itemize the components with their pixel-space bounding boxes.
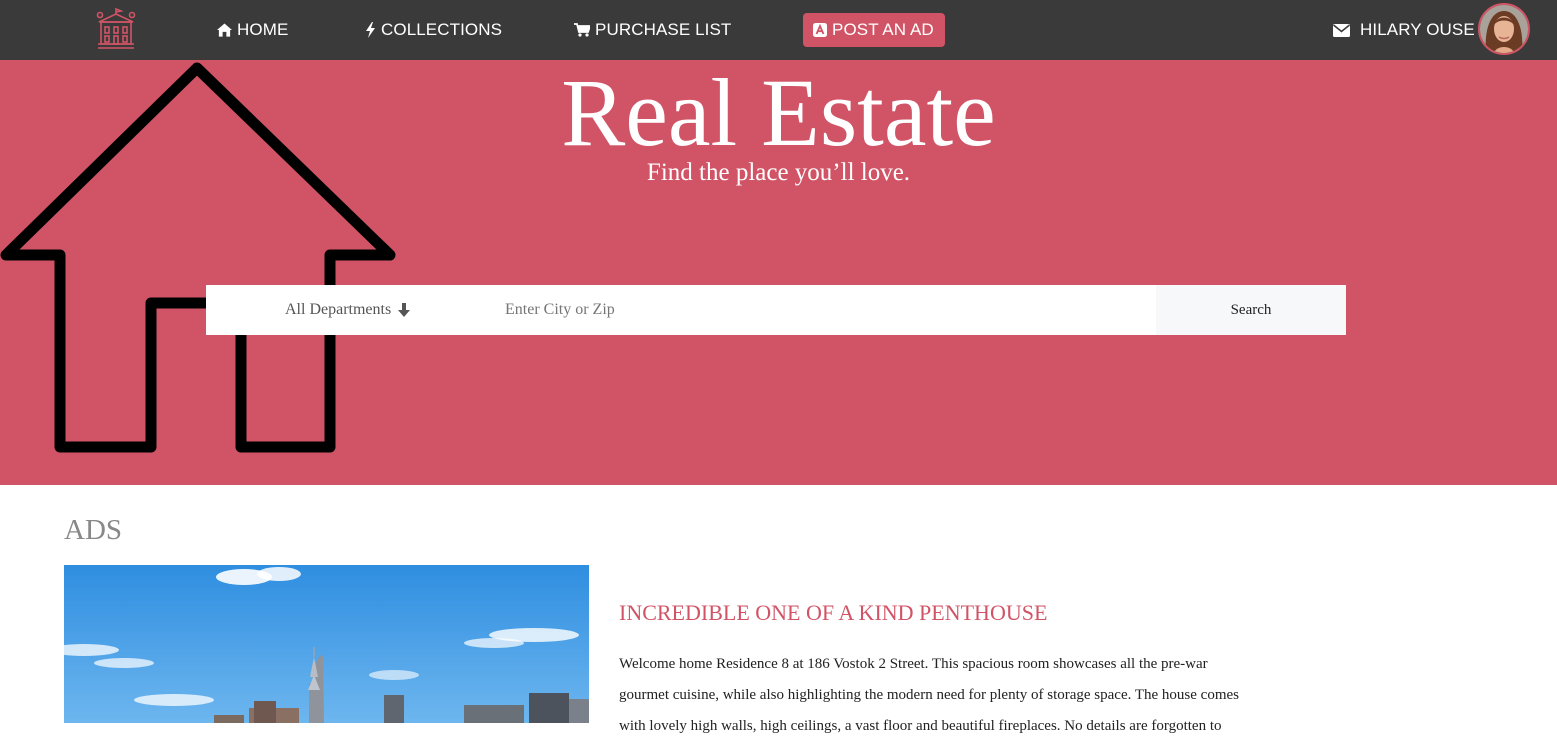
nav-purchase-list-link[interactable]: PURCHASE LIST — [574, 0, 731, 60]
mansion-logo-icon[interactable] — [95, 8, 137, 50]
post-ad-label: POST AN AD — [832, 20, 934, 39]
ad-badge-icon — [813, 23, 827, 37]
top-navbar: HOME COLLECTIONS PURCHASE LIST POST AN A… — [0, 0, 1557, 60]
ad-photo[interactable] — [64, 565, 589, 723]
hero-subtitle: Find the place you’ll love. — [646, 159, 911, 186]
bolt-icon — [366, 22, 375, 38]
nav-collections-label: COLLECTIONS — [381, 20, 503, 39]
cart-icon — [574, 23, 590, 37]
user-messages-link[interactable]: HILARY OUSE — [1333, 0, 1475, 60]
arrow-down-icon — [398, 303, 411, 317]
nav-home-label: HOME — [237, 20, 289, 39]
department-label: All Departments — [285, 301, 392, 318]
city-zip-input[interactable] — [505, 294, 1145, 326]
ad-description: Welcome home Residence 8 at 186 Vostok 2… — [619, 656, 1239, 734]
search-bar: All Departments Search — [206, 285, 1346, 335]
nav-collections-link[interactable]: COLLECTIONS — [365, 0, 502, 60]
ads-heading: ADS — [64, 514, 123, 546]
nav-home-link[interactable]: HOME — [217, 0, 288, 60]
user-avatar[interactable] — [1478, 3, 1530, 55]
ad-title[interactable]: INCREDIBLE ONE OF A KIND PENTHOUSE — [619, 598, 1047, 628]
hero-banner: Real Estate Find the place you’ll love. … — [0, 60, 1557, 485]
department-dropdown[interactable]: All Departments — [285, 285, 411, 335]
avatar-portrait — [1480, 5, 1528, 53]
city-skyline-image — [64, 565, 589, 723]
home-icon — [217, 23, 232, 37]
user-name: HILARY OUSE — [1360, 20, 1475, 39]
post-ad-button[interactable]: POST AN AD — [803, 13, 945, 47]
nav-purchase-list-label: PURCHASE LIST — [595, 20, 732, 39]
hero-title: Real Estate — [561, 60, 996, 166]
search-button[interactable]: Search — [1156, 285, 1346, 335]
envelope-icon — [1333, 23, 1350, 37]
